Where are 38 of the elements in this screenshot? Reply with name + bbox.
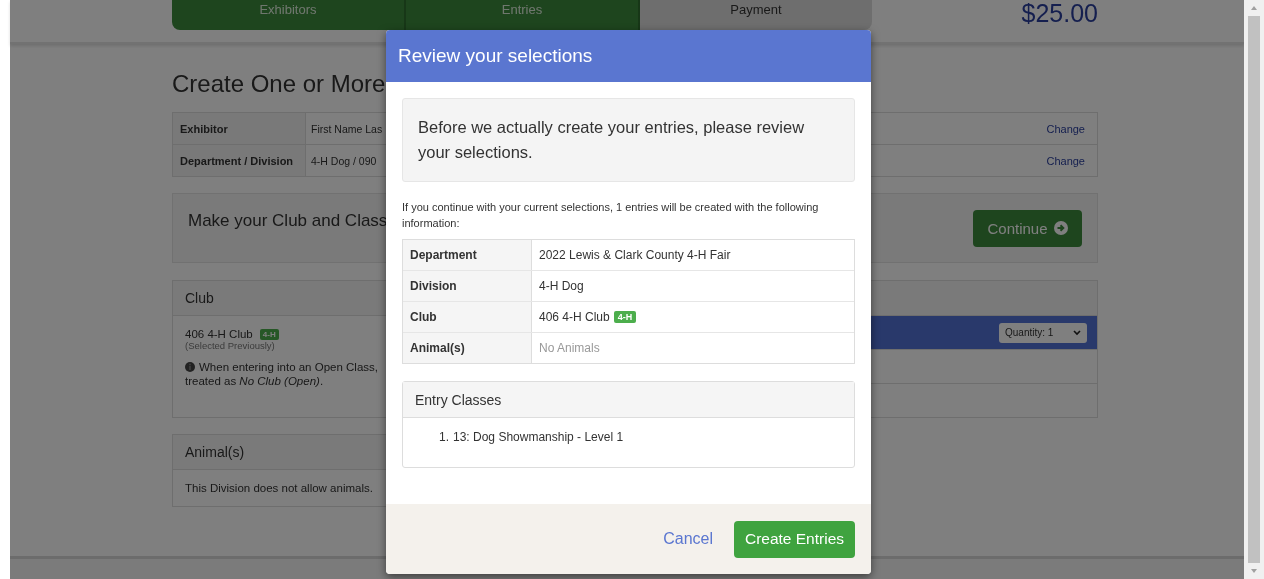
table-cell-text: 4-H Dog / 090: [310, 153, 378, 169]
arrow-circle-icon: [1053, 221, 1068, 235]
table-cell-text: 4-H Dog: [538, 278, 585, 295]
info-text: treated as No Club (Open).: [185, 375, 324, 387]
club-name: 406 4-H Club: [185, 328, 253, 340]
intro-text: If you continue with your current selections, 1 entries will be created with the following information:: [402, 200, 820, 231]
prompt-text: Make your Club and Class: [188, 211, 388, 231]
table-cell: Department: [403, 240, 532, 270]
table-cell-text: 2022 Lewis & Clark County 4-H Fair: [538, 247, 732, 264]
table-cell: Exhibitor: [173, 113, 306, 144]
cancel-link[interactable]: Cancel: [663, 530, 713, 548]
table-cell: Animal(s): [403, 333, 532, 363]
info-icon: [185, 362, 195, 372]
club-badge: 4-H: [259, 328, 279, 340]
table-cell: Club: [403, 302, 532, 332]
scrollbar[interactable]: [1244, 0, 1264, 579]
change-link[interactable]: Change: [1046, 154, 1085, 167]
progress-step[interactable]: Entries: [406, 0, 640, 30]
table-cell: Division: [403, 271, 532, 301]
table-cell: Department / Division: [173, 145, 306, 176]
selected-note: (Selected Previously): [185, 340, 275, 351]
club-badge: 4-H: [613, 311, 637, 323]
continue-button[interactable]: Continue: [973, 209, 1082, 247]
table-cell-text: First Name Las: [310, 121, 384, 137]
panel-text: This Division does not allow animals.: [184, 481, 374, 496]
lead-text: Before we actually create your entries, please review your selections.: [402, 98, 855, 182]
chevron-down-icon: [1073, 329, 1081, 336]
info-text: When entering into an Open Class,: [199, 361, 378, 373]
total-amount: $25.00: [1021, 0, 1098, 26]
change-link[interactable]: Change: [1046, 122, 1085, 135]
progress-step[interactable]: Exhibitors: [172, 0, 406, 30]
progress-step[interactable]: Payment: [640, 0, 872, 30]
quantity-select[interactable]: Quantity: 1: [999, 322, 1087, 343]
create-entries-button[interactable]: Create Entries: [734, 520, 855, 558]
page-title: Create One or More: [172, 70, 387, 98]
panel-heading: Entry Classes: [403, 382, 854, 418]
dialog-title: Review your selections: [386, 30, 871, 82]
table-cell-text: No Animals: [538, 340, 601, 357]
